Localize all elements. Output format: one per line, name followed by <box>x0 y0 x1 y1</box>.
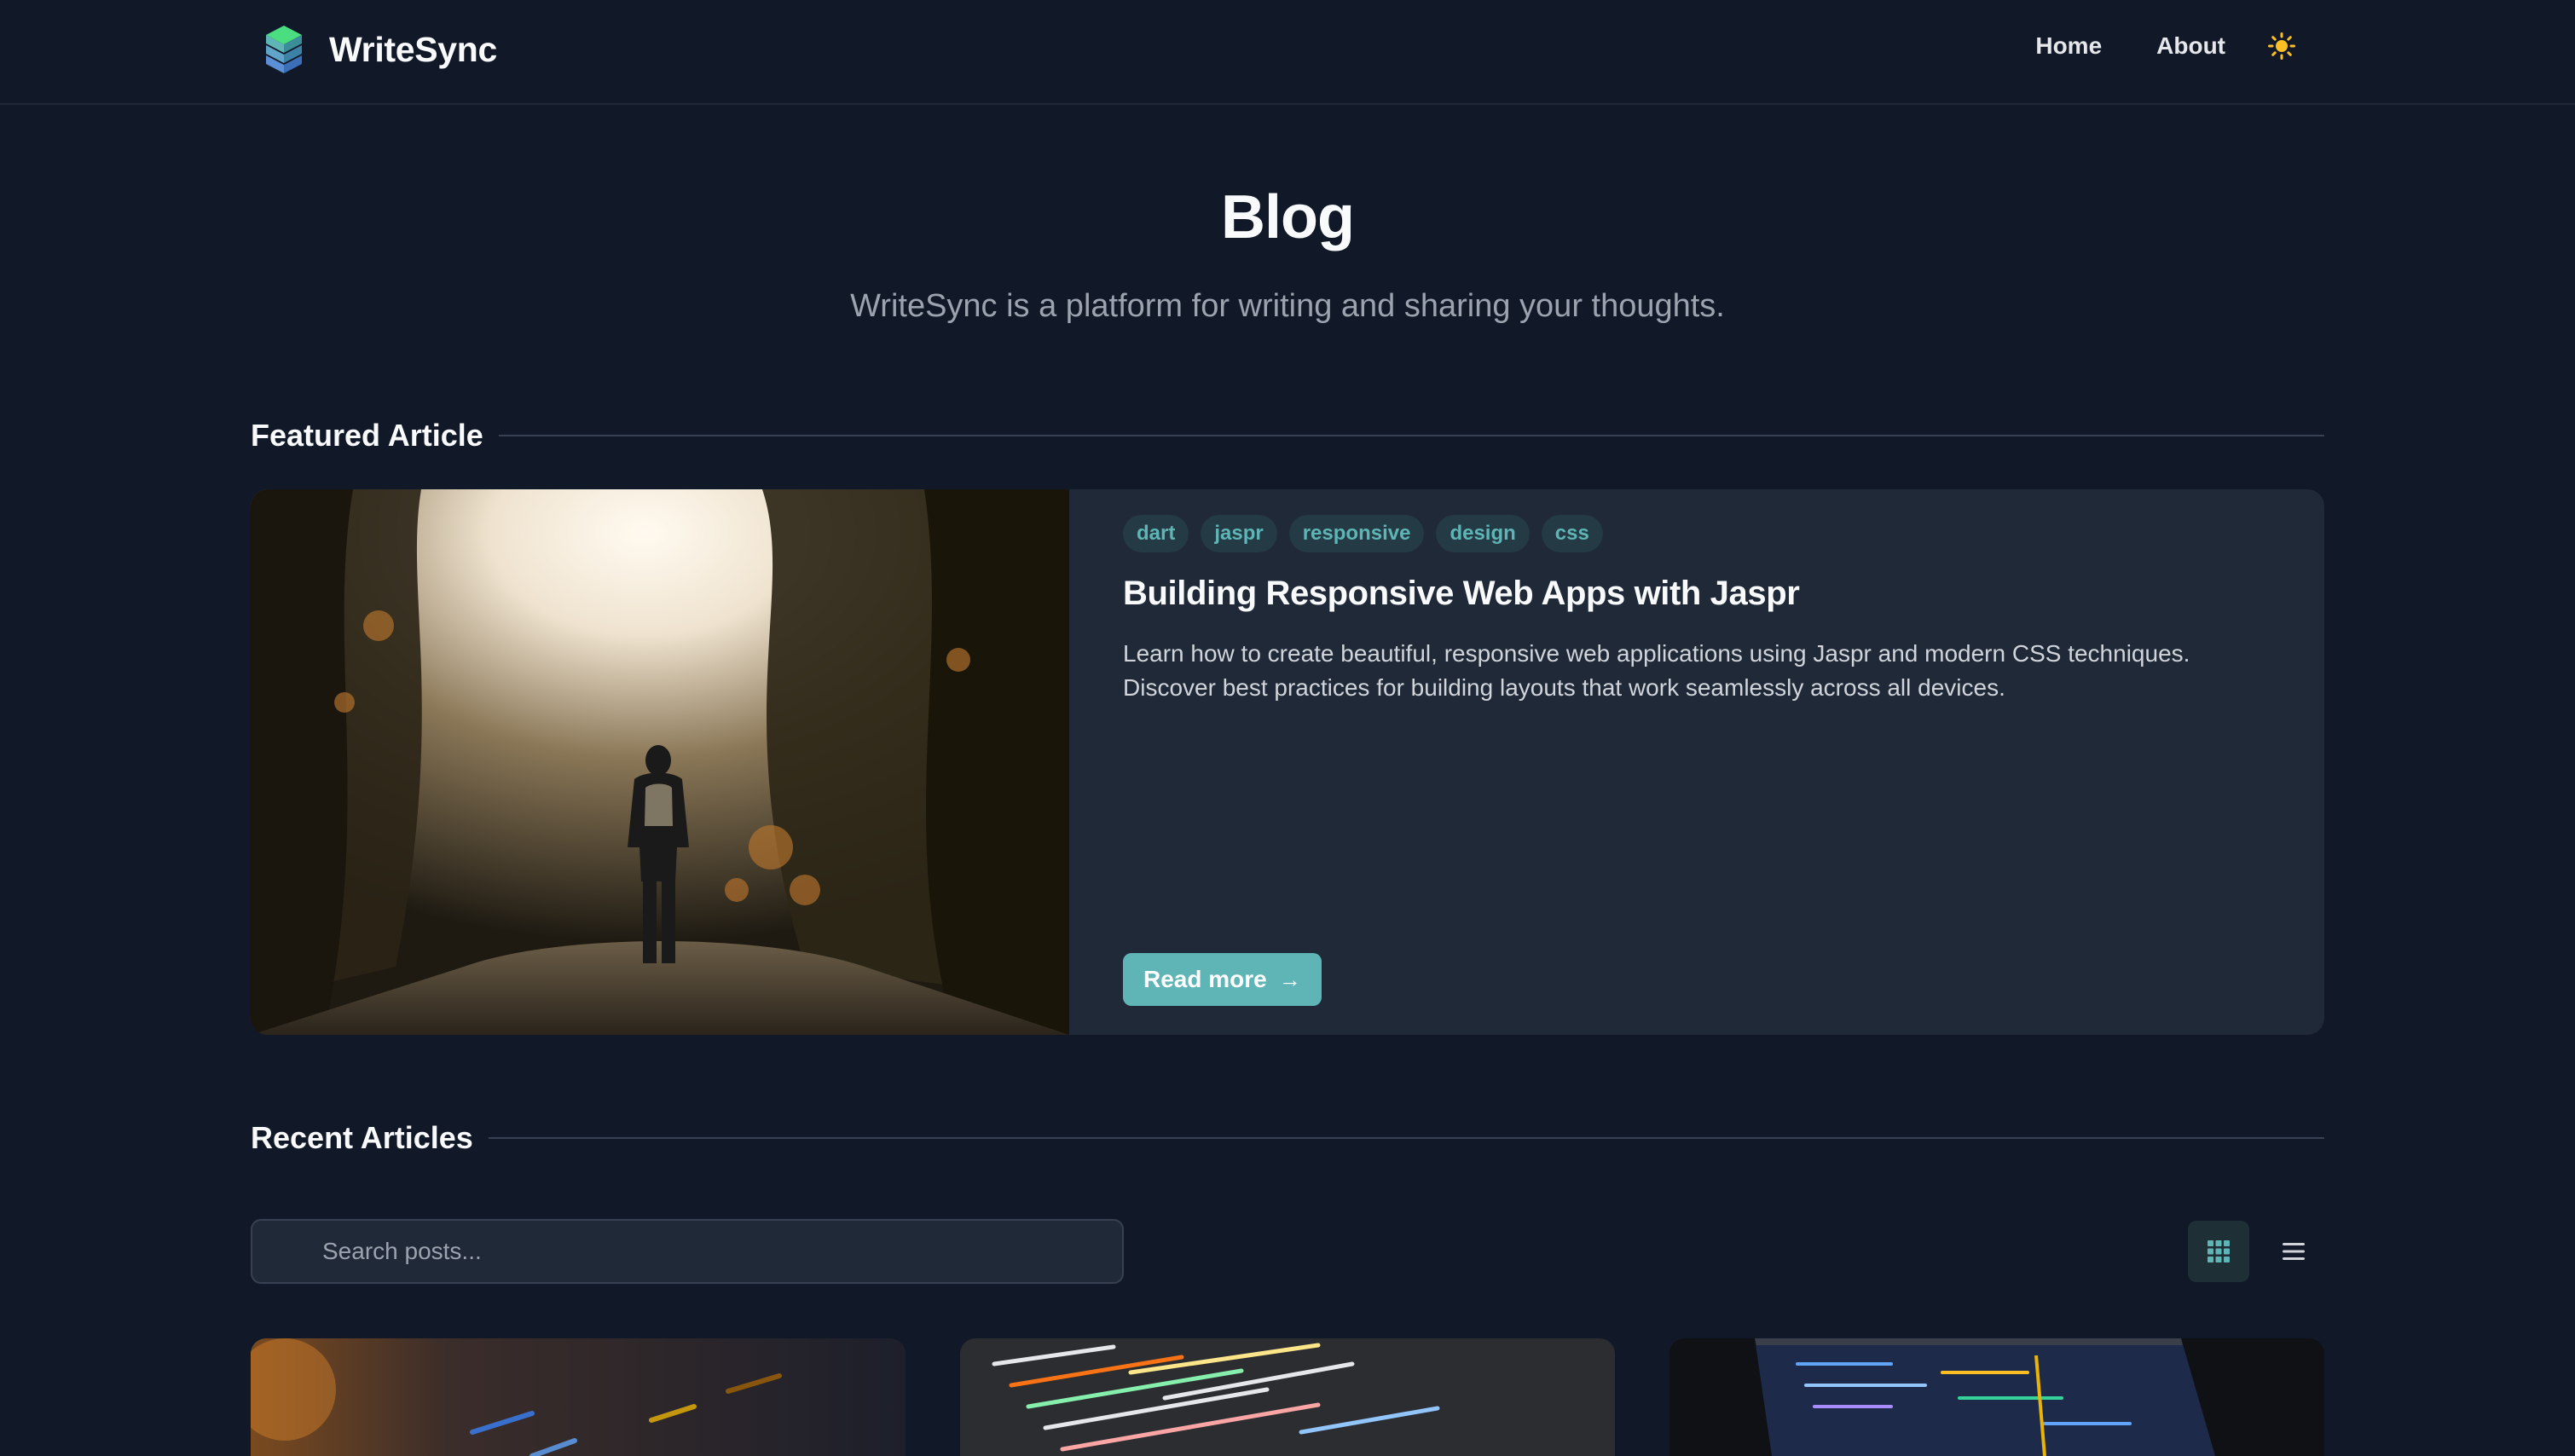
featured-article-body: dart jaspr responsive design css Buildin… <box>1123 515 2283 705</box>
tag-chip[interactable]: css <box>1541 515 1603 552</box>
article-card-image <box>1669 1338 2324 1456</box>
tag-chip[interactable]: responsive <box>1288 515 1425 552</box>
article-card-image <box>960 1338 1615 1456</box>
featured-article-image <box>251 489 1069 1035</box>
grid-view-icon <box>2208 1240 2230 1262</box>
list-view-button[interactable] <box>2263 1221 2324 1282</box>
brand[interactable]: WriteSync <box>264 24 497 75</box>
read-more-label: Read more <box>1143 966 1267 992</box>
stacked-layers-logo-icon <box>266 26 302 73</box>
page-title: Blog <box>1221 183 1355 251</box>
article-card-image <box>251 1338 906 1456</box>
list-view-icon <box>2283 1243 2305 1260</box>
section-divider <box>498 435 2324 436</box>
featured-article-title[interactable]: Building Responsive Web Apps with Jaspr <box>1123 575 2283 613</box>
article-card[interactable] <box>1669 1338 2324 1456</box>
read-more-button[interactable]: Read more → <box>1123 953 1322 1006</box>
featured-section-header: Featured Article <box>251 418 2324 454</box>
arrow-right-icon: → <box>1278 966 1301 992</box>
recent-section-title: Recent Articles <box>251 1120 473 1155</box>
recent-section-header: Recent Articles <box>251 1120 2324 1156</box>
top-navbar: WriteSync Home About <box>0 0 2575 105</box>
tag-chip[interactable]: jaspr <box>1201 515 1277 552</box>
tag-list: dart jaspr responsive design css <box>1123 515 2283 552</box>
featured-section-title: Featured Article <box>251 418 483 453</box>
article-card[interactable] <box>251 1338 906 1456</box>
article-card[interactable] <box>960 1338 1615 1456</box>
nav-about-link[interactable]: About <box>2156 32 2225 60</box>
theme-toggle-button[interactable] <box>2266 31 2297 61</box>
nav-home-link[interactable]: Home <box>2035 32 2102 60</box>
tag-chip[interactable]: dart <box>1123 515 1189 552</box>
tag-chip[interactable]: design <box>1436 515 1530 552</box>
page-subtitle: WriteSync is a platform for writing and … <box>850 288 1725 324</box>
search-input[interactable] <box>251 1219 1124 1284</box>
featured-article-card[interactable]: dart jaspr responsive design css Buildin… <box>251 489 2324 1035</box>
section-divider <box>488 1137 2324 1139</box>
grid-view-button[interactable] <box>2188 1221 2249 1282</box>
brand-name: WriteSync <box>329 29 498 69</box>
main-nav: Home About <box>1981 31 2297 61</box>
sun-icon <box>2268 32 2295 60</box>
featured-article-description: Learn how to create beautiful, responsiv… <box>1123 640 2190 701</box>
